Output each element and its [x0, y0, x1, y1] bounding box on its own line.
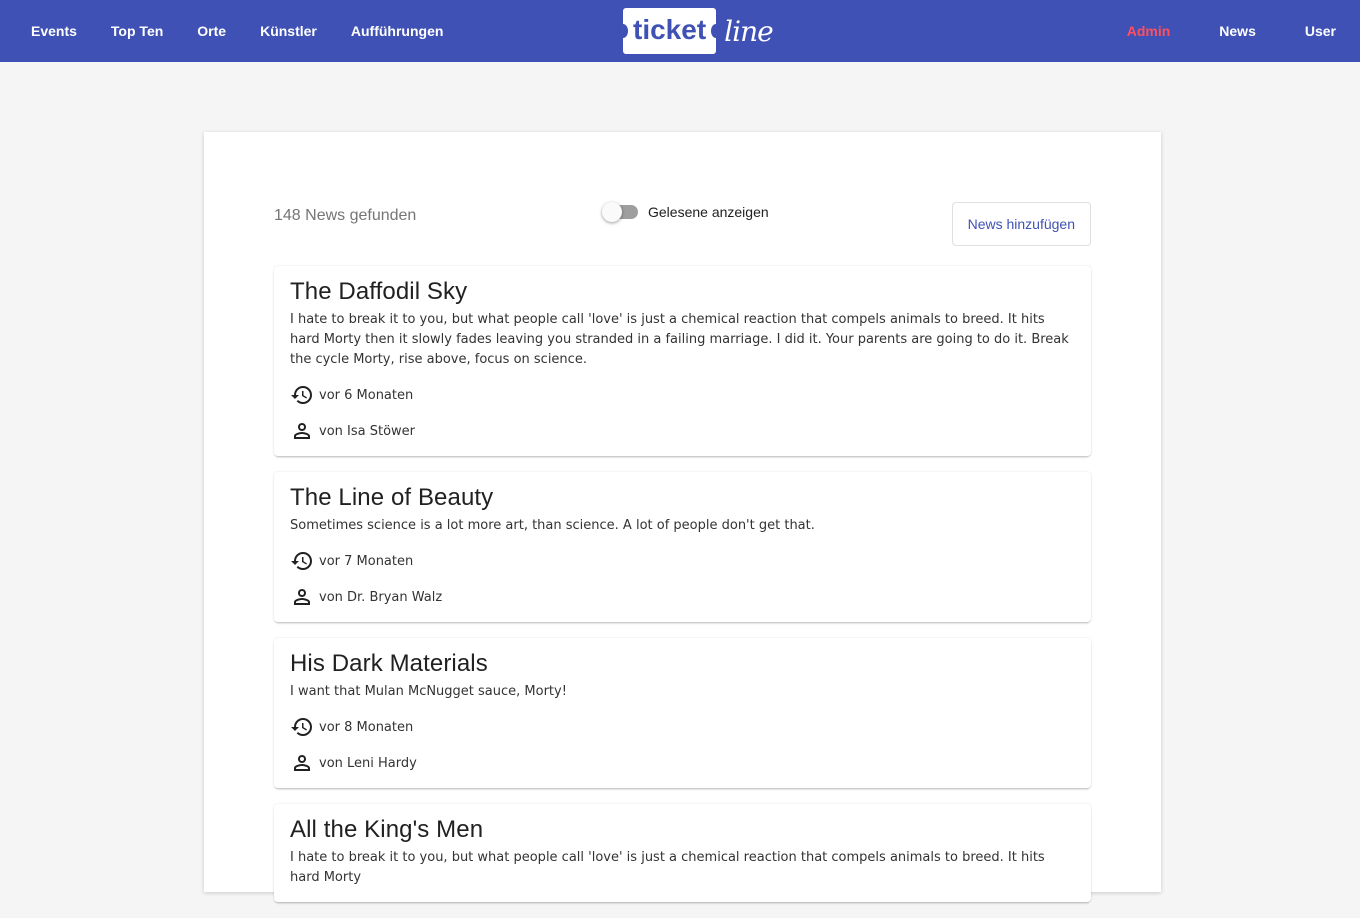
news-card[interactable]: The Line of Beauty Sometimes science is …	[274, 472, 1091, 622]
ticketline-logo[interactable]: ticket line	[617, 7, 774, 55]
logo-ticket-text: ticket	[617, 8, 722, 54]
top-navbar: Events Top Ten Orte Künstler Aufführunge…	[0, 0, 1360, 62]
nav-news[interactable]: News	[1219, 23, 1256, 39]
news-body: Sometimes science is a lot more art, tha…	[290, 518, 815, 533]
news-author-row: von Isa Stöwer	[290, 420, 1075, 442]
news-time: vor 6 Monaten	[319, 387, 414, 403]
nav-user[interactable]: User	[1305, 23, 1336, 39]
news-title: The Line of Beauty	[290, 484, 494, 511]
news-time: vor 7 Monaten	[319, 553, 414, 569]
person-icon	[294, 589, 310, 605]
nav-events[interactable]: Events	[31, 23, 77, 39]
news-title: The Daffodil Sky	[290, 278, 468, 305]
news-author-row: von Dr. Bryan Walz	[290, 586, 1075, 608]
history-icon	[291, 552, 312, 570]
toggle-thumb[interactable]	[602, 202, 622, 222]
news-card[interactable]: His Dark Materials I want that Mulan McN…	[274, 638, 1091, 788]
nav-left: Events Top Ten Orte Künstler Aufführunge…	[31, 0, 477, 62]
nav-top-ten[interactable]: Top Ten	[111, 23, 163, 39]
add-news-button[interactable]: News hinzufügen	[951, 202, 1091, 246]
news-body: I want that Mulan McNugget sauce, Morty!	[290, 684, 567, 699]
toggle-label: Gelesene anzeigen	[648, 204, 769, 220]
news-panel: 148 News gefunden Gelesene anzeigen News…	[204, 132, 1161, 902]
news-card[interactable]: All the King's Men I hate to break it to…	[274, 804, 1091, 902]
history-icon	[291, 386, 312, 404]
news-body: I hate to break it to you, but what peop…	[290, 850, 1045, 885]
news-title: All the King's Men	[290, 816, 484, 843]
news-body: I hate to break it to you, but what peop…	[290, 312, 1069, 367]
history-icon	[291, 718, 312, 736]
news-time-row: vor 6 Monaten	[290, 384, 1075, 406]
news-author-row: von Leni Hardy	[290, 752, 1075, 774]
news-time-row: vor 7 Monaten	[290, 550, 1075, 572]
news-card[interactable]: The Daffodil Sky I hate to break it to y…	[274, 266, 1091, 456]
news-list: The Daffodil Sky I hate to break it to y…	[274, 266, 1091, 918]
news-count: 148 News gefunden	[274, 207, 417, 224]
news-author: von Leni Hardy	[319, 755, 417, 771]
news-time: vor 8 Monaten	[319, 719, 414, 735]
toggle-track[interactable]	[602, 202, 638, 222]
logo-line-text: line	[724, 14, 774, 48]
nav-auffuehrungen[interactable]: Aufführungen	[351, 23, 444, 39]
nav-orte[interactable]: Orte	[197, 23, 226, 39]
news-title: His Dark Materials	[290, 650, 488, 677]
news-author: von Isa Stöwer	[319, 423, 416, 439]
nav-admin[interactable]: Admin	[1127, 23, 1171, 39]
nav-kuenstler[interactable]: Künstler	[260, 23, 317, 39]
news-time-row: vor 8 Monaten	[290, 716, 1075, 738]
news-author: von Dr. Bryan Walz	[319, 589, 443, 605]
news-toolbar: 148 News gefunden Gelesene anzeigen News…	[274, 202, 1091, 246]
person-icon	[294, 755, 310, 771]
show-read-toggle[interactable]: Gelesene anzeigen	[602, 202, 769, 222]
person-icon	[294, 423, 310, 439]
nav-right: Admin News User	[1078, 0, 1336, 62]
